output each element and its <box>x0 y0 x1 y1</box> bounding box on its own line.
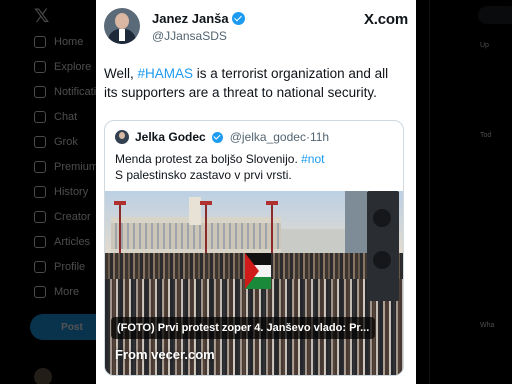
search-icon <box>34 61 46 73</box>
author-name[interactable]: Janez Janša <box>152 11 245 26</box>
nav-home[interactable]: Home <box>34 32 83 52</box>
nav-creator[interactable]: Creator <box>34 207 91 227</box>
tweet-card[interactable]: Janez Janša @JJansaSDS X.com Well, #HAMA… <box>96 0 416 384</box>
author-avatar[interactable] <box>104 8 140 44</box>
x-logo-icon[interactable]: 𝕏 <box>34 5 49 28</box>
premium-icon <box>34 161 46 173</box>
speaker-icon <box>367 191 399 301</box>
today-panel: Tod <box>480 132 492 139</box>
account-switcher[interactable] <box>34 368 52 384</box>
avatar <box>34 368 52 384</box>
whats-happening-panel: Wha <box>480 322 495 329</box>
right-column: Up Tod Wha <box>438 0 512 384</box>
hashtag-link[interactable]: #not <box>301 152 324 166</box>
creator-icon <box>34 211 46 223</box>
nav-profile[interactable]: Profile <box>34 257 85 277</box>
quoted-avatar[interactable] <box>115 130 129 144</box>
home-icon <box>34 36 46 48</box>
palestinian-flag-icon <box>245 253 271 289</box>
nav-grok[interactable]: Grok <box>34 132 78 152</box>
nav-more[interactable]: More <box>34 282 79 302</box>
search-input[interactable] <box>478 6 512 24</box>
link-card-title[interactable]: (FOTO) Prvi protest zoper 4. Janševo vla… <box>111 317 376 339</box>
nav-articles[interactable]: Articles <box>34 232 90 252</box>
tweet-header: Janez Janša @JJansaSDS X.com <box>104 8 408 48</box>
quoted-header: Jelka Godec @jelka_godec·11h <box>115 130 329 144</box>
quoted-text: Menda protest za boljšo Slovenijo. #not … <box>115 152 325 182</box>
verified-badge-icon <box>231 12 245 25</box>
tweet-text: Well, #HAMAS is a terrorist organization… <box>104 66 389 100</box>
more-icon <box>34 286 46 298</box>
upgrade-panel[interactable]: Up <box>480 42 489 49</box>
articles-icon <box>34 236 46 248</box>
nav-history[interactable]: History <box>34 182 88 202</box>
nav-explore[interactable]: Explore <box>34 57 91 77</box>
author-handle[interactable]: @JJansaSDS <box>152 29 227 43</box>
x-com-logo: X.com <box>363 11 408 28</box>
nav-premium[interactable]: Premium <box>34 157 98 177</box>
chat-icon <box>34 111 46 123</box>
verified-badge-icon <box>211 131 223 143</box>
nav-chat[interactable]: Chat <box>34 107 77 127</box>
link-card-source[interactable]: From vecer.com <box>115 347 215 362</box>
link-card-image[interactable]: (FOTO) Prvi protest zoper 4. Janševo vla… <box>105 191 403 375</box>
grok-icon <box>34 136 46 148</box>
hashtag-link[interactable]: #HAMAS <box>138 66 194 81</box>
quoted-author-name[interactable]: Jelka Godec <box>135 130 206 144</box>
profile-icon <box>34 261 46 273</box>
history-icon <box>34 186 46 198</box>
page: 𝕏 Home Explore Notifications Chat Grok P… <box>0 0 512 384</box>
sidebar: 𝕏 Home Explore Notifications Chat Grok P… <box>26 0 114 384</box>
quoted-tweet[interactable]: Jelka Godec @jelka_godec·11h Menda prote… <box>104 120 404 376</box>
bell-icon <box>34 86 46 98</box>
quoted-author-handle[interactable]: @jelka_godec·11h <box>230 130 329 144</box>
